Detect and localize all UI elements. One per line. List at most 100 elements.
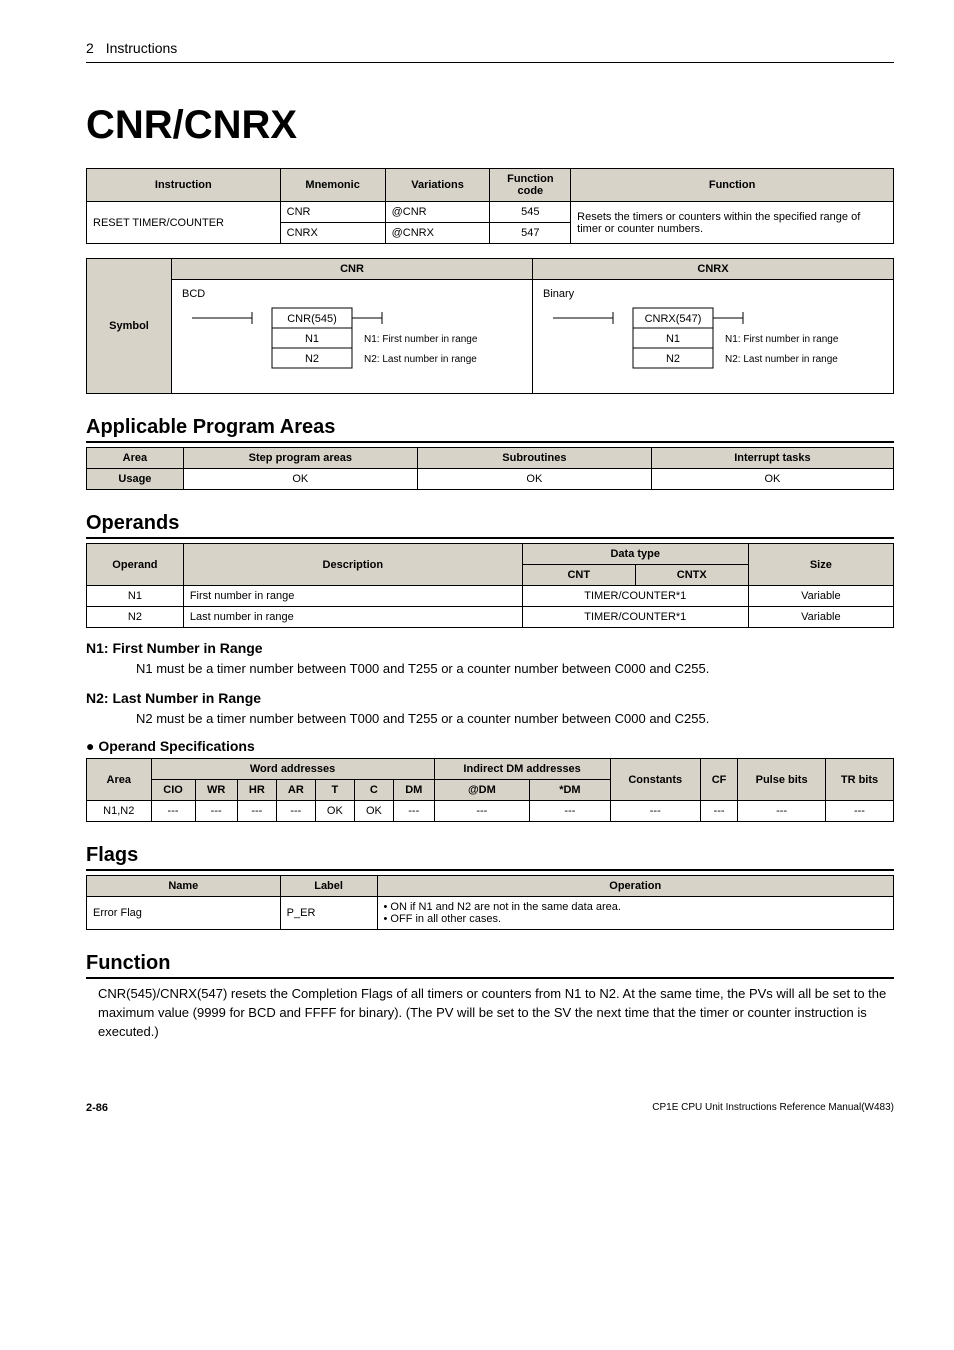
os-h-dm: DM <box>393 780 434 801</box>
svg-text:N1: First number in range: N1: First number in range <box>725 334 839 345</box>
instr-var-1: @CNRX <box>385 223 490 244</box>
areas-v-0: OK <box>183 469 417 490</box>
chapter-title: Instructions <box>106 40 178 56</box>
os-h-area: Area <box>87 759 152 801</box>
areas-usage-label: Usage <box>87 469 184 490</box>
fl-h-label: Label <box>280 876 377 897</box>
svg-text:CNRX(547): CNRX(547) <box>645 313 702 325</box>
op-h-size: Size <box>748 544 893 586</box>
os-h-t: T <box>315 780 354 801</box>
symbol-cnr-header: CNR <box>172 259 533 280</box>
os-r-area: N1,N2 <box>87 801 152 822</box>
symbol-cnr-cell: BCD CNR(545) N1 N2 N1: First number in r… <box>172 280 533 394</box>
function-text: CNR(545)/CNRX(547) resets the Completion… <box>98 985 894 1042</box>
os-h-indirect: Indirect DM addresses <box>434 759 610 780</box>
os-r-c: OK <box>354 801 393 822</box>
areas-v-1: OK <box>417 469 651 490</box>
symbol-cnrx-cell: Binary CNRX(547) N1 N2 N1: First number … <box>533 280 894 394</box>
svg-text:N2: Last number in range: N2: Last number in range <box>364 354 477 365</box>
symbol-cnrx-label: Binary <box>543 288 883 300</box>
os-h-tr: TR bits <box>825 759 893 801</box>
op-h-cnt: CNT <box>522 565 635 586</box>
os-r-wr: --- <box>195 801 237 822</box>
instr-h-funccode: Function code <box>490 169 571 202</box>
op-r0-op: N1 <box>87 586 184 607</box>
symbol-row-label: Symbol <box>87 259 172 394</box>
instr-h-function: Function <box>571 169 894 202</box>
flags-title: Flags <box>86 844 894 871</box>
instr-mn-0: CNR <box>280 202 385 223</box>
svg-text:N2: N2 <box>305 353 319 365</box>
op-h-dtype: Data type <box>522 544 748 565</box>
areas-v-2: OK <box>651 469 893 490</box>
os-r-const: --- <box>610 801 700 822</box>
os-r-pulse: --- <box>738 801 826 822</box>
symbol-cnrx-diagram: CNRX(547) N1 N2 N1: First number in rang… <box>543 304 883 382</box>
op-h-desc: Description <box>183 544 522 586</box>
os-r-cio: --- <box>151 801 195 822</box>
os-r-t: OK <box>315 801 354 822</box>
os-h-hr: HR <box>237 780 276 801</box>
n2-text: N2 must be a timer number between T000 a… <box>136 710 894 728</box>
page-header: 2 Instructions <box>86 40 894 63</box>
n1-text: N1 must be a timer number between T000 a… <box>136 660 894 678</box>
op-r1-op: N2 <box>87 607 184 628</box>
function-title: Function <box>86 952 894 979</box>
os-h-word: Word addresses <box>151 759 434 780</box>
fl-h-name: Name <box>87 876 281 897</box>
instr-code-1: 547 <box>490 223 571 244</box>
os-r-atdm: --- <box>434 801 530 822</box>
symbol-cnr-label: BCD <box>182 288 522 300</box>
os-h-const: Constants <box>610 759 700 801</box>
instr-var-0: @CNR <box>385 202 490 223</box>
os-r-tr: --- <box>825 801 893 822</box>
n1-title: N1: First Number in Range <box>86 640 894 656</box>
os-h-stardm: *DM <box>530 780 611 801</box>
fl-label: P_ER <box>280 897 377 930</box>
fl-name: Error Flag <box>87 897 281 930</box>
svg-text:N1: N1 <box>666 333 680 345</box>
symbol-table: Symbol CNR CNRX BCD CNR(545) N1 N2 N1 <box>86 258 894 394</box>
instr-func: Resets the timers or counters within the… <box>571 202 894 244</box>
opspec-table: Area Word addresses Indirect DM addresse… <box>86 758 894 822</box>
chapter-number: 2 <box>86 40 94 56</box>
instr-mn-1: CNRX <box>280 223 385 244</box>
op-r0-size: Variable <box>748 586 893 607</box>
areas-h-0: Area <box>87 448 184 469</box>
opspec-title: Operand Specifications <box>86 738 894 754</box>
symbol-cnrx-header: CNRX <box>533 259 894 280</box>
os-r-dm: --- <box>393 801 434 822</box>
footer-page: 2-86 <box>86 1102 108 1114</box>
instruction-table: Instruction Mnemonic Variations Function… <box>86 168 894 244</box>
fl-op1: ON if N1 and N2 are not in the same data… <box>390 901 621 913</box>
instr-h-variations: Variations <box>385 169 490 202</box>
os-h-c: C <box>354 780 393 801</box>
os-h-ar: AR <box>276 780 315 801</box>
op-r0-dtype: TIMER/COUNTER*1 <box>522 586 748 607</box>
svg-text:N2: Last number in range: N2: Last number in range <box>725 354 838 365</box>
os-h-cf: CF <box>700 759 737 801</box>
op-r1-dtype: TIMER/COUNTER*1 <box>522 607 748 628</box>
instr-h-instruction: Instruction <box>87 169 281 202</box>
instr-name: RESET TIMER/COUNTER <box>87 202 281 244</box>
operands-table: Operand Description Data type Size CNT C… <box>86 543 894 628</box>
instr-code-0: 545 <box>490 202 571 223</box>
areas-h-1: Step program areas <box>183 448 417 469</box>
os-r-ar: --- <box>276 801 315 822</box>
fl-op: • ON if N1 and N2 are not in the same da… <box>377 897 894 930</box>
os-h-atdm: @DM <box>434 780 530 801</box>
instr-h-mnemonic: Mnemonic <box>280 169 385 202</box>
op-r1-desc: Last number in range <box>183 607 522 628</box>
fl-op2: OFF in all other cases. <box>390 913 501 925</box>
svg-text:N1: First number in range: N1: First number in range <box>364 334 478 345</box>
op-h-cntx: CNTX <box>635 565 748 586</box>
op-h-operand: Operand <box>87 544 184 586</box>
areas-h-2: Subroutines <box>417 448 651 469</box>
op-r1-size: Variable <box>748 607 893 628</box>
os-h-wr: WR <box>195 780 237 801</box>
svg-text:N1: N1 <box>305 333 319 345</box>
flags-table: Name Label Operation Error Flag P_ER • O… <box>86 875 894 930</box>
areas-table: Area Step program areas Subroutines Inte… <box>86 447 894 490</box>
operands-title: Operands <box>86 512 894 539</box>
os-h-pulse: Pulse bits <box>738 759 826 801</box>
